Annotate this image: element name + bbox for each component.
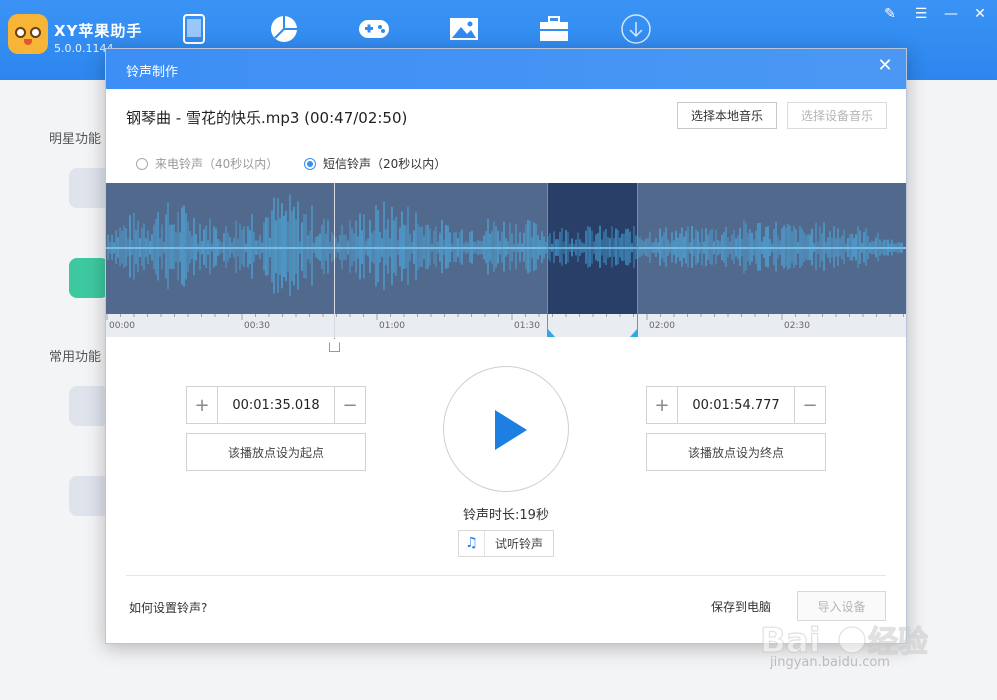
minimize-icon[interactable]: — [942, 6, 960, 22]
timeline-ruler[interactable]: 00:00 00:30 01:00 01:30 02:00 02:30 [106, 314, 906, 337]
dialog-close-icon[interactable]: ✕ [874, 55, 896, 77]
music-note-icon: ♫ [459, 531, 485, 556]
radio-sms-indicator[interactable] [304, 157, 316, 170]
timeline-label: 01:00 [379, 321, 405, 331]
ringtone-duration: 铃声时长:19秒 [463, 508, 549, 523]
baidu-watermark-logo: Bai 经验 [760, 620, 929, 661]
start-time-stepper[interactable]: + 00:01:35.018 − [186, 386, 366, 424]
radio-sms-label: 短信铃声（20秒以内） [323, 157, 447, 171]
phone-icon[interactable] [177, 12, 211, 46]
timeline-label: 02:00 [649, 321, 675, 331]
close-icon[interactable]: ✕ [971, 6, 989, 22]
play-icon [495, 410, 527, 450]
play-button[interactable] [443, 366, 569, 492]
edit-icon[interactable]: ✎ [881, 6, 899, 22]
menu-icon[interactable]: ☰ [912, 6, 930, 22]
select-device-music-button[interactable]: 选择设备音乐 [787, 102, 887, 129]
footer-divider [126, 575, 886, 576]
book-tool-icon[interactable] [69, 258, 109, 298]
timeline-label: 00:00 [109, 321, 135, 331]
end-time-decrement-button[interactable]: − [794, 387, 825, 423]
dialog-header: 铃声制作 ✕ [106, 49, 906, 89]
app-logo-icon [8, 14, 48, 54]
timeline-label: 01:30 [514, 321, 540, 331]
set-end-button[interactable]: 该播放点设为终点 [646, 433, 826, 471]
start-time-increment-button[interactable]: + [187, 387, 218, 423]
dialog-title: 铃声制作 [126, 65, 179, 80]
end-time-increment-button[interactable]: + [647, 387, 678, 423]
section-label-common: 常用功能 [49, 350, 102, 365]
file-title: 钢琴曲 - 雪花的快乐.mp3 (00:47/02:50) [126, 109, 408, 127]
timeline-label: 02:30 [784, 321, 810, 331]
radio-sms-ringtone[interactable]: 短信铃声（20秒以内） [304, 155, 446, 172]
waveform-area[interactable] [106, 183, 906, 314]
end-time-stepper[interactable]: + 00:01:54.777 − [646, 386, 826, 424]
select-local-music-button[interactable]: 选择本地音乐 [677, 102, 777, 129]
watermark-url: jingyan.baidu.com [770, 655, 890, 670]
wrench-tool-icon[interactable] [69, 386, 109, 426]
radio-call-label: 来电铃声（40秒以内） [155, 157, 279, 171]
end-time-value[interactable]: 00:01:54.777 [678, 387, 794, 423]
download-icon[interactable] [619, 12, 653, 46]
gamepad-icon[interactable] [357, 12, 391, 46]
section-label-featured: 明星功能 [49, 132, 102, 147]
image-icon[interactable] [447, 12, 481, 46]
selection-start-line [547, 183, 548, 333]
pie-icon[interactable] [267, 12, 301, 46]
radio-call-indicator[interactable] [136, 157, 148, 170]
ringtone-dialog: 铃声制作 ✕ 钢琴曲 - 雪花的快乐.mp3 (00:47/02:50) 选择本… [105, 48, 907, 644]
start-time-decrement-button[interactable]: − [334, 387, 365, 423]
start-time-value[interactable]: 00:01:35.018 [218, 387, 334, 423]
playhead-handle[interactable] [329, 338, 340, 352]
radio-call-ringtone[interactable]: 来电铃声（40秒以内） [136, 155, 278, 172]
waveform-graphic [106, 194, 906, 297]
phone-tool-icon[interactable] [69, 168, 109, 208]
toolbox-icon[interactable] [537, 12, 571, 46]
playhead-line [334, 183, 335, 338]
set-start-button[interactable]: 该播放点设为起点 [186, 433, 366, 471]
app-name: XY苹果助手 [54, 22, 143, 40]
selection-end-line [637, 183, 638, 333]
preview-ringtone-button[interactable]: ♫ 试听铃声 [458, 530, 554, 557]
chat-tool-icon[interactable] [69, 476, 109, 516]
preview-label: 试听铃声 [494, 537, 543, 551]
timeline-label: 00:30 [244, 321, 270, 331]
help-link[interactable]: 如何设置铃声? [129, 599, 207, 616]
